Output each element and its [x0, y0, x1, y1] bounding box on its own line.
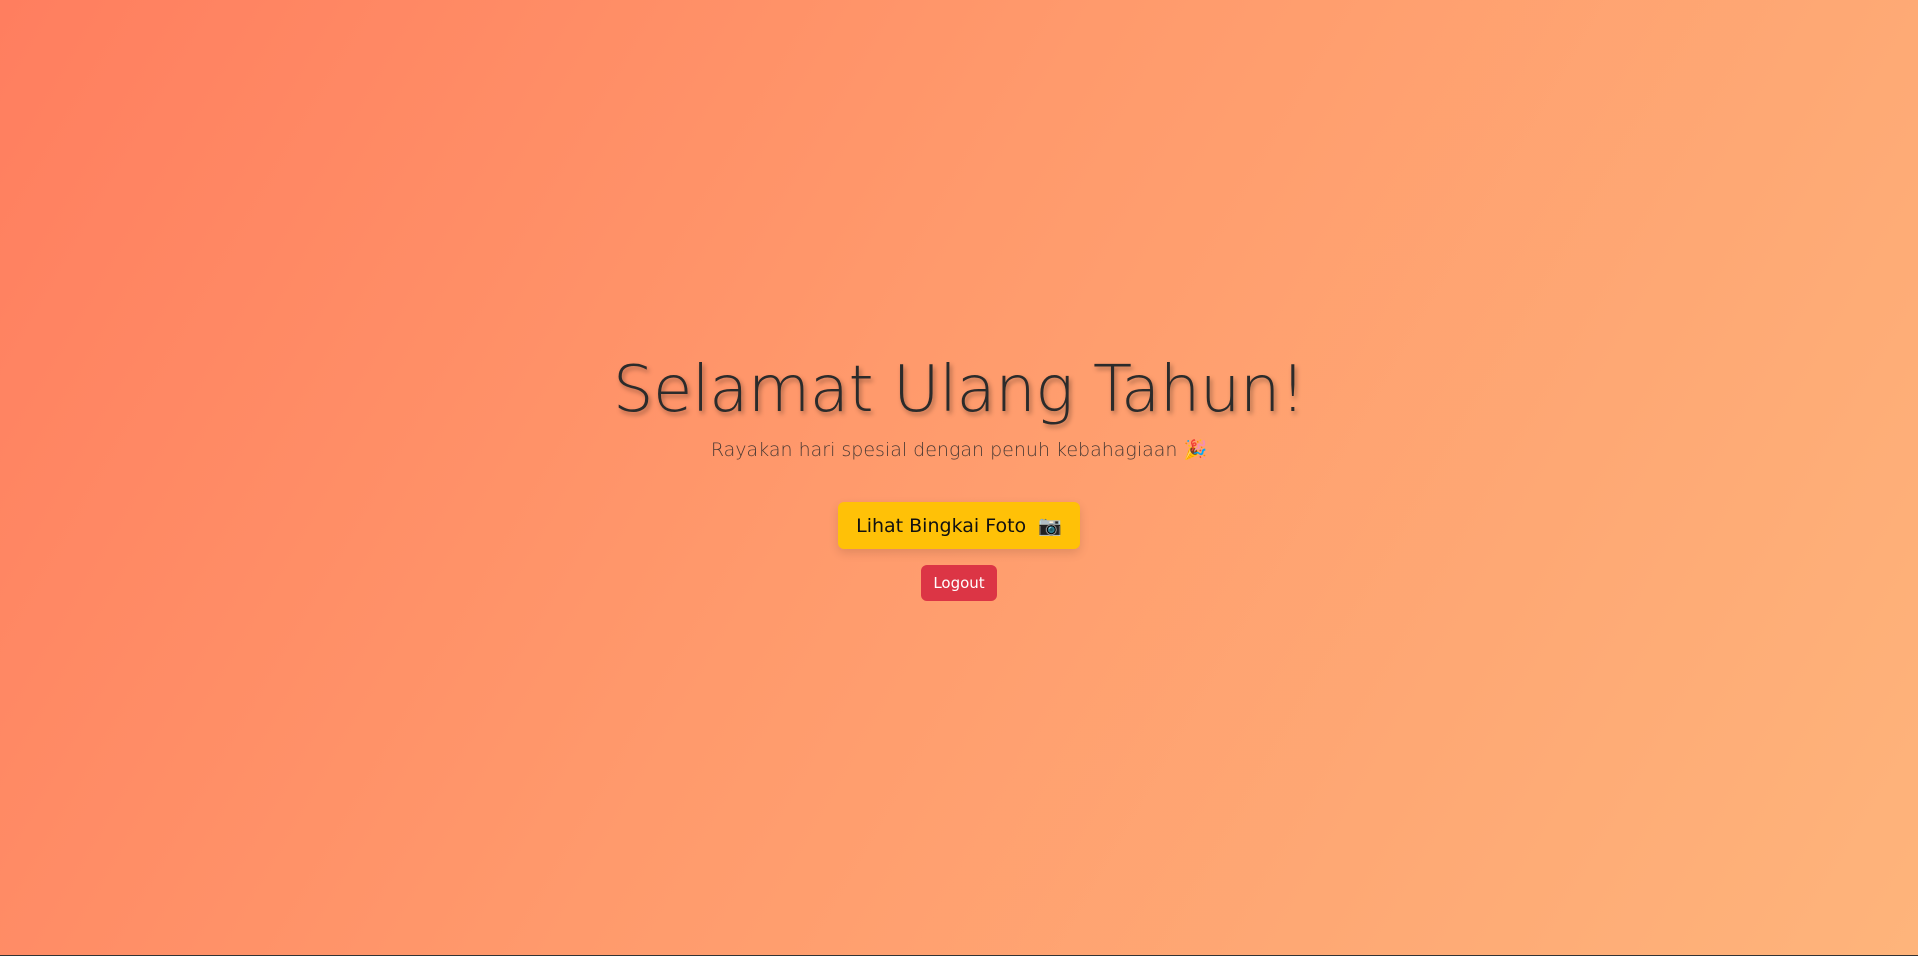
- subtitle-text: Rayakan hari spesial dengan penuh kebaha…: [710, 439, 1178, 461]
- hero-section: Selamat Ulang Tahun! Rayakan hari spesia…: [0, 350, 1918, 601]
- camera-icon: 📷: [1038, 515, 1062, 537]
- party-popper-icon: 🎉: [1183, 439, 1208, 461]
- logout-button[interactable]: Logout: [921, 565, 997, 601]
- page-title: Selamat Ulang Tahun!: [612, 353, 1306, 427]
- view-photo-frame-button[interactable]: Lihat Bingkai Foto 📷: [838, 502, 1080, 549]
- view-photo-frame-label: Lihat Bingkai Foto: [856, 515, 1027, 537]
- page-subtitle: Rayakan hari spesial dengan penuh kebaha…: [0, 436, 1918, 464]
- actions: Lihat Bingkai Foto 📷 Logout: [0, 502, 1918, 601]
